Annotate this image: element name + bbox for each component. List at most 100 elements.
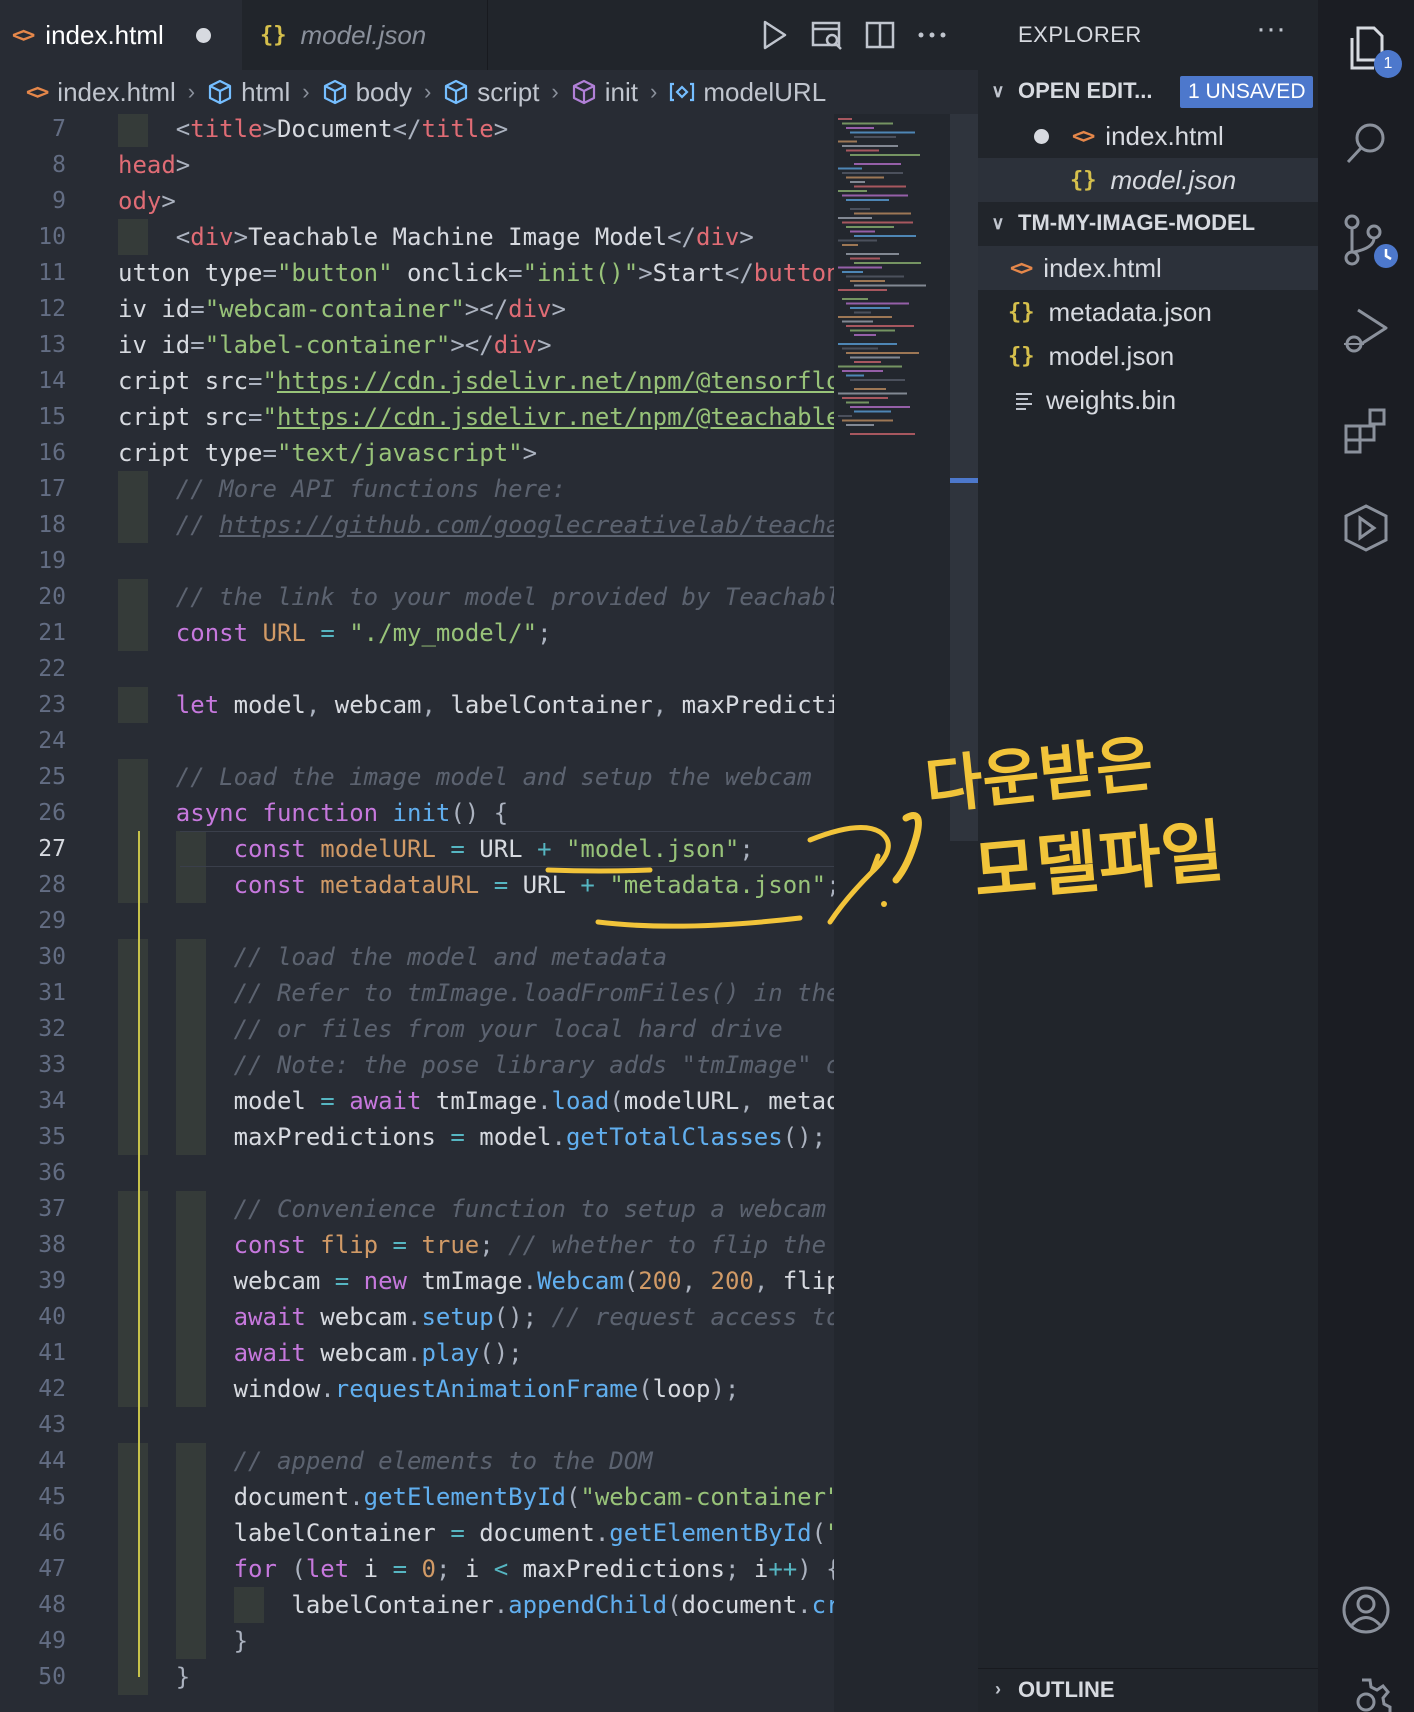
code-line[interactable]: 29 <box>0 903 834 939</box>
file-metadata-json[interactable]: {} metadata.json <box>978 290 1318 334</box>
unsaved-dot-icon[interactable] <box>196 28 211 43</box>
code-line[interactable]: 46 labelContainer = document.getElementB… <box>0 1515 834 1551</box>
line-number[interactable]: 42 <box>0 1371 66 1407</box>
code-text[interactable]: const modelURL = URL + "model.json"; <box>118 831 754 867</box>
code-line[interactable]: 34 model = await tmImage.load(modelURL, … <box>0 1083 834 1119</box>
run-icon[interactable] <box>758 18 790 52</box>
line-number[interactable]: 48 <box>0 1587 66 1623</box>
line-number[interactable]: 35 <box>0 1119 66 1155</box>
code-text[interactable]: // load the model and metadata <box>118 939 667 975</box>
line-number[interactable]: 38 <box>0 1227 66 1263</box>
code-line[interactable]: 33 // Note: the pose library adds "tmIma… <box>0 1047 834 1083</box>
line-number[interactable]: 17 <box>0 471 66 507</box>
line-number[interactable]: 30 <box>0 939 66 975</box>
line-number[interactable]: 43 <box>0 1407 66 1443</box>
code-text[interactable]: } <box>118 1659 190 1695</box>
line-number[interactable]: 9 <box>0 183 66 219</box>
line-number[interactable]: 8 <box>0 147 66 183</box>
line-number[interactable]: 11 <box>0 255 66 291</box>
breadcrumb-index-html[interactable]: <> index.html <box>26 77 176 108</box>
code-line[interactable]: 37 // Convenience function to setup a we… <box>0 1191 834 1227</box>
code-line[interactable]: 17 // More API functions here: <box>0 471 834 507</box>
breadcrumb-html[interactable]: html <box>207 77 290 108</box>
code-line[interactable]: 31 // Refer to tmImage.loadFromFiles() i… <box>0 975 834 1011</box>
code-line[interactable]: 45 document.getElementById("webcam-conta… <box>0 1479 834 1515</box>
code-line[interactable]: 21 const URL = "./my_model/"; <box>0 615 834 651</box>
code-line[interactable]: 39 webcam = new tmImage.Webcam(200, 200,… <box>0 1263 834 1299</box>
source-control-icon[interactable] <box>1340 212 1406 278</box>
line-number[interactable]: 15 <box>0 399 66 435</box>
project-folder-section[interactable]: ∨ TM-MY-IMAGE-MODEL <box>978 202 1318 244</box>
code-text[interactable]: const metadataURL = URL + "metadata.json… <box>118 867 834 903</box>
line-number[interactable]: 18 <box>0 507 66 543</box>
code-line[interactable]: 48 labelContainer.appendChild(document.c… <box>0 1587 834 1623</box>
line-number[interactable]: 24 <box>0 723 66 759</box>
tab-model-json[interactable]: {} model.json <box>242 0 488 70</box>
code-line[interactable]: 9 ody> <box>0 183 834 219</box>
code-line[interactable]: 20 // the link to your model provided by… <box>0 579 834 615</box>
code-line[interactable]: 38 const flip = true; // whether to flip… <box>0 1227 834 1263</box>
code-line[interactable]: 43 <box>0 1407 834 1443</box>
settings-gear-icon[interactable] <box>1340 1676 1392 1712</box>
code-text[interactable]: // or files from your local hard drive <box>118 1011 783 1047</box>
code-editor[interactable]: 7 <title>Document</title> 8 head> 9 ody> 10 <… <box>0 114 834 1712</box>
code-line[interactable]: 49 } <box>0 1623 834 1659</box>
code-text[interactable]: model = await tmImage.load(modelURL, met… <box>118 1083 834 1119</box>
unsaved-dot-icon[interactable] <box>1034 129 1049 144</box>
code-text[interactable]: cript src="https://cdn.jsdelivr.net/npm/… <box>118 399 834 435</box>
line-number[interactable]: 27 <box>0 831 66 867</box>
line-number[interactable]: 40 <box>0 1299 66 1335</box>
breadcrumb-script[interactable]: script <box>443 77 539 108</box>
account-icon[interactable] <box>1340 1584 1392 1636</box>
file-model-json[interactable]: {} model.json <box>978 334 1318 378</box>
code-line[interactable]: 24 <box>0 723 834 759</box>
code-line[interactable]: 30 // load the model and metadata <box>0 939 834 975</box>
code-line[interactable]: 15 cript src="https://cdn.jsdelivr.net/np… <box>0 399 834 435</box>
code-line[interactable]: 19 <box>0 543 834 579</box>
code-line[interactable]: 12 iv id="webcam-container"></div> <box>0 291 834 327</box>
line-number[interactable]: 21 <box>0 615 66 651</box>
code-text[interactable]: iv id="webcam-container"></div> <box>118 291 566 327</box>
code-text[interactable]: // the link to your model provided by Te… <box>118 579 834 615</box>
code-text[interactable]: for (let i = 0; i < maxPredictions; i++)… <box>118 1551 834 1587</box>
line-number[interactable]: 41 <box>0 1335 66 1371</box>
code-text[interactable]: let model, webcam, labelContainer, maxPr… <box>118 687 834 723</box>
code-text[interactable]: // Refer to tmImage.loadFromFiles() in t… <box>118 975 834 1011</box>
line-number[interactable]: 12 <box>0 291 66 327</box>
code-line[interactable]: 44 // append elements to the DOM <box>0 1443 834 1479</box>
line-number[interactable]: 32 <box>0 1011 66 1047</box>
code-text[interactable]: ody> <box>118 183 176 219</box>
line-number[interactable]: 20 <box>0 579 66 615</box>
line-number[interactable]: 10 <box>0 219 66 255</box>
code-line[interactable]: 25 // Load the image model and setup the… <box>0 759 834 795</box>
line-number[interactable]: 47 <box>0 1551 66 1587</box>
code-line[interactable]: 41 await webcam.play(); <box>0 1335 834 1371</box>
code-line[interactable]: 42 window.requestAnimationFrame(loop); <box>0 1371 834 1407</box>
line-number[interactable]: 46 <box>0 1515 66 1551</box>
code-text[interactable]: // Convenience function to setup a webca… <box>118 1191 826 1227</box>
line-number[interactable]: 36 <box>0 1155 66 1191</box>
code-line[interactable]: 35 maxPredictions = model.getTotalClasse… <box>0 1119 834 1155</box>
split-editor-icon[interactable] <box>864 18 896 52</box>
code-text[interactable]: utton type="button" onclick="init()">Sta… <box>118 255 834 291</box>
breadcrumb-init[interactable]: init <box>571 77 638 108</box>
code-line[interactable]: 8 head> <box>0 147 834 183</box>
code-line[interactable]: 16 cript type="text/javascript"> <box>0 435 834 471</box>
line-number[interactable]: 29 <box>0 903 66 939</box>
explorer-more-button[interactable]: ··· <box>1256 12 1286 46</box>
line-number[interactable]: 13 <box>0 327 66 363</box>
code-text[interactable]: await webcam.setup(); // request access … <box>118 1299 834 1335</box>
run-debug-icon[interactable] <box>1340 304 1392 356</box>
line-number[interactable]: 26 <box>0 795 66 831</box>
open-editor-index-html[interactable]: <> index.html <box>978 114 1318 158</box>
code-text[interactable]: labelContainer = document.getElementById… <box>118 1515 834 1551</box>
code-line[interactable]: 26 async function init() { <box>0 795 834 831</box>
line-number[interactable]: 31 <box>0 975 66 1011</box>
code-text[interactable]: async function init() { <box>118 795 508 831</box>
code-text[interactable]: // append elements to the DOM <box>118 1443 653 1479</box>
code-text[interactable]: window.requestAnimationFrame(loop); <box>118 1371 740 1407</box>
code-text[interactable]: // Note: the pose library adds "tmImage"… <box>118 1047 834 1083</box>
code-line[interactable]: 28 const metadataURL = URL + "metadata.j… <box>0 867 834 903</box>
code-text[interactable]: head> <box>118 147 190 183</box>
line-number[interactable]: 16 <box>0 435 66 471</box>
